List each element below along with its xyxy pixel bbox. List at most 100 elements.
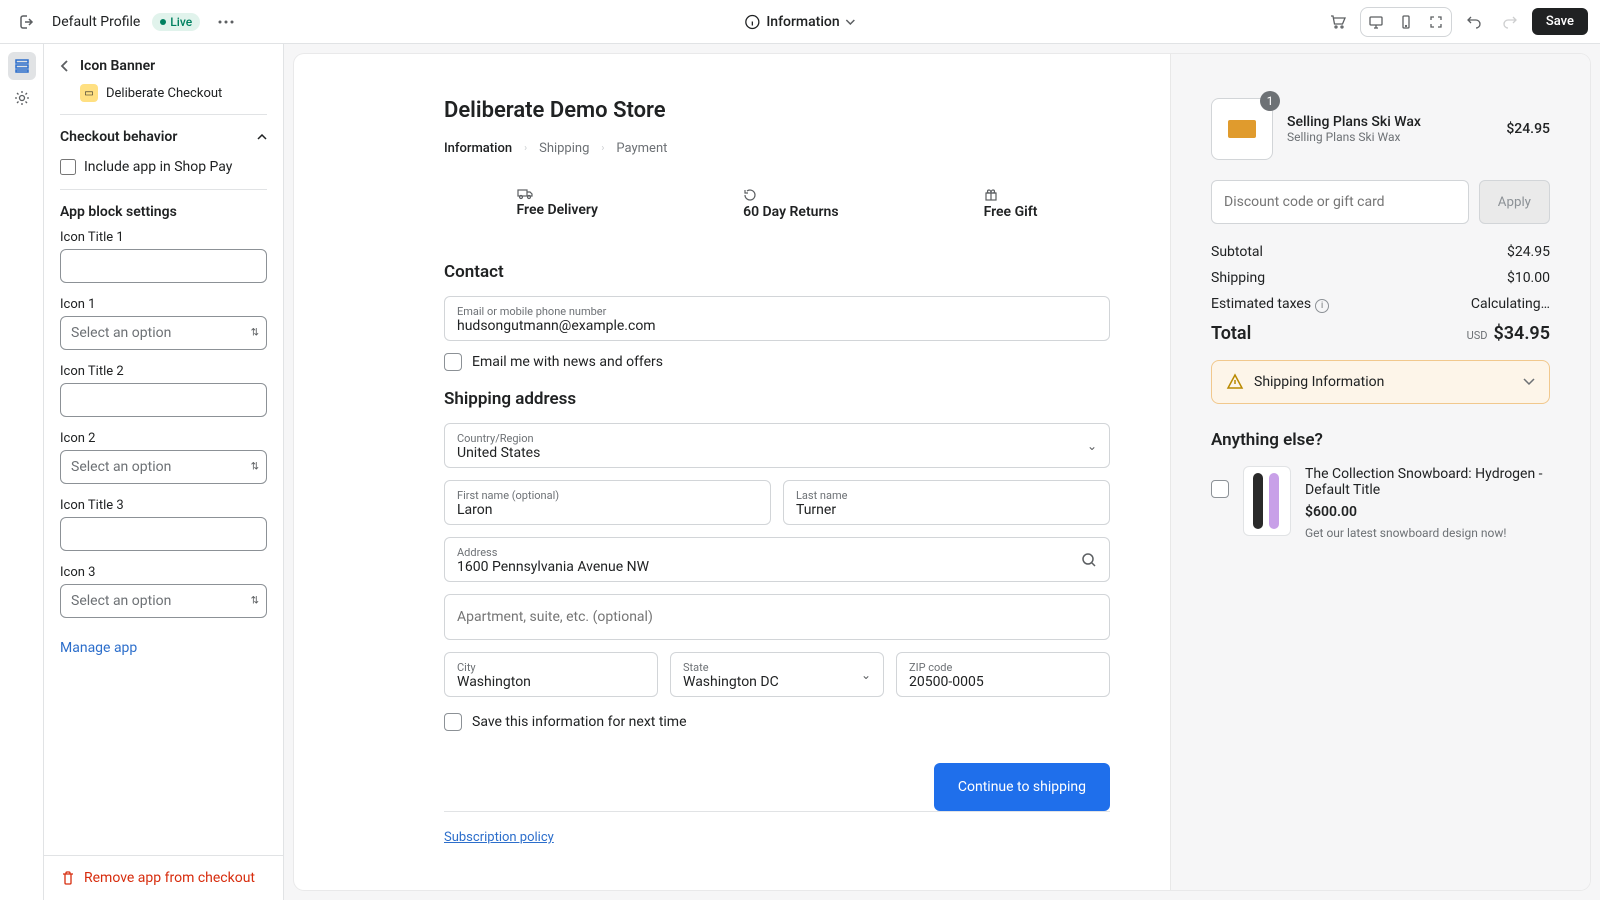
- total-line: Total USD$34.95: [1211, 323, 1550, 344]
- manage-app-link[interactable]: Manage app: [44, 632, 283, 664]
- upsell-name: The Collection Snowboard: Hydrogen - Def…: [1305, 466, 1550, 498]
- product-image: [1228, 120, 1256, 138]
- mobile-icon[interactable]: [1391, 8, 1421, 36]
- tax-line: Estimated taxesi Calculating…: [1211, 296, 1550, 313]
- banner-text: Free Gift: [984, 204, 1038, 220]
- country-field[interactable]: Country/Region United States ⌄: [444, 423, 1110, 468]
- undo-icon[interactable]: [1460, 8, 1488, 36]
- chevron-right-icon: ›: [524, 143, 527, 154]
- state-field[interactable]: State Washington DC ⌄: [670, 652, 884, 697]
- banner-item: Free Delivery: [517, 188, 598, 220]
- redo-icon[interactable]: [1496, 8, 1524, 36]
- breadcrumb: Information › Shipping › Payment: [444, 141, 1110, 156]
- icon-title-3-input[interactable]: [60, 517, 267, 551]
- addr-input[interactable]: [457, 559, 1097, 575]
- first-input[interactable]: [457, 502, 758, 518]
- cart-info: Selling Plans Ski Wax Selling Plans Ski …: [1287, 114, 1492, 144]
- email-input[interactable]: [457, 318, 1097, 334]
- settings-icon[interactable]: [8, 84, 36, 112]
- upsell-checkbox[interactable]: [1211, 480, 1229, 498]
- label: Icon 3: [60, 565, 267, 580]
- search-icon: [1081, 552, 1097, 568]
- upsell-item: The Collection Snowboard: Hydrogen - Def…: [1211, 466, 1550, 540]
- cart-variant: Selling Plans Ski Wax: [1287, 130, 1492, 144]
- banner-text: 60 Day Returns: [743, 204, 838, 220]
- fullscreen-icon[interactable]: [1421, 8, 1451, 36]
- first-name-field[interactable]: First name (optional): [444, 480, 771, 525]
- email-field[interactable]: Email or mobile phone number: [444, 296, 1110, 341]
- info-icon[interactable]: i: [1315, 299, 1329, 313]
- apply-button[interactable]: Apply: [1479, 180, 1550, 224]
- sidebar-header: Icon Banner: [44, 44, 283, 84]
- save-info-row[interactable]: Save this information for next time: [444, 713, 1110, 731]
- desktop-icon[interactable]: [1361, 8, 1391, 36]
- include-label: Include app in Shop Pay: [84, 159, 232, 175]
- cart-thumb: 1: [1211, 98, 1273, 160]
- behavior-header[interactable]: Checkout behavior: [44, 115, 283, 155]
- remove-app-button[interactable]: Remove app from checkout: [44, 855, 283, 900]
- crumb-payment: Payment: [616, 141, 667, 156]
- discount-input[interactable]: [1211, 180, 1469, 224]
- save-button[interactable]: Save: [1532, 8, 1588, 35]
- news-checkbox-row[interactable]: Email me with news and offers: [444, 353, 1110, 371]
- topbar-center: Information: [744, 14, 855, 30]
- field-icon-1: Icon 1 Select an option⇅: [44, 297, 283, 364]
- city-input[interactable]: [457, 674, 645, 690]
- subtotal-value: $24.95: [1507, 244, 1550, 260]
- settings-title: App block settings: [60, 204, 177, 220]
- label: Icon 1: [60, 297, 267, 312]
- city-field[interactable]: City: [444, 652, 658, 697]
- last-name-field[interactable]: Last name: [783, 480, 1110, 525]
- icon-title-2-input[interactable]: [60, 383, 267, 417]
- shipping-label: Shipping: [1211, 270, 1265, 286]
- chevron-down-icon: ⌄: [1087, 439, 1097, 453]
- truck-icon: [517, 188, 598, 200]
- apartment-field[interactable]: [444, 594, 1110, 640]
- checkbox[interactable]: [444, 353, 462, 371]
- chevron-down-icon[interactable]: [846, 19, 856, 25]
- crumb-shipping: Shipping: [539, 141, 589, 156]
- upsell-desc: Get our latest snowboard design now!: [1305, 526, 1550, 540]
- continue-button[interactable]: Continue to shipping: [934, 763, 1110, 811]
- canvas: Deliberate Demo Store Information › Ship…: [284, 44, 1600, 900]
- banner-text: Free Delivery: [517, 202, 598, 218]
- include-shop-pay-row[interactable]: Include app in Shop Pay: [44, 155, 283, 189]
- subscription-policy-link[interactable]: Subscription policy: [444, 830, 554, 845]
- zip-input[interactable]: [909, 674, 1097, 690]
- gift-icon: [984, 188, 1038, 202]
- shipping-line: Shipping $10.00: [1211, 270, 1550, 286]
- live-badge: Live: [152, 13, 200, 31]
- tax-value: Calculating…: [1471, 296, 1550, 313]
- address-field[interactable]: Address: [444, 537, 1110, 582]
- crumb-information[interactable]: Information: [444, 141, 512, 156]
- shipping-alert[interactable]: Shipping Information: [1211, 360, 1550, 404]
- icon-1-select[interactable]: Select an option: [60, 316, 267, 350]
- icon-2-select[interactable]: Select an option: [60, 450, 267, 484]
- icon-title-1-input[interactable]: [60, 249, 267, 283]
- cart-icon[interactable]: [1324, 8, 1352, 36]
- sections-icon[interactable]: [8, 52, 36, 80]
- include-checkbox[interactable]: [60, 159, 76, 175]
- state-label: State: [683, 661, 871, 674]
- checkbox[interactable]: [444, 713, 462, 731]
- back-icon[interactable]: [60, 60, 70, 72]
- sidebar: Icon Banner ▭ Deliberate Checkout Checko…: [44, 44, 284, 900]
- checkout-summary: 1 Selling Plans Ski Wax Selling Plans Sk…: [1170, 54, 1590, 890]
- discount-row: Apply: [1211, 180, 1550, 224]
- checkout-main: Deliberate Demo Store Information › Ship…: [294, 54, 1170, 890]
- sidebar-title: Icon Banner: [80, 58, 155, 74]
- exit-icon[interactable]: [12, 8, 40, 36]
- addr-label: Address: [457, 546, 1097, 559]
- news-label: Email me with news and offers: [472, 354, 663, 370]
- total-value: USD$34.95: [1467, 323, 1550, 344]
- page-title[interactable]: Information: [766, 14, 839, 30]
- zip-field[interactable]: ZIP code: [896, 652, 1110, 697]
- more-icon[interactable]: [212, 8, 240, 36]
- alert-text: Shipping Information: [1254, 374, 1513, 390]
- last-input[interactable]: [796, 502, 1097, 518]
- cart-qty-badge: 1: [1260, 91, 1280, 111]
- apartment-input[interactable]: [457, 609, 1097, 625]
- upsell-thumb: [1243, 466, 1291, 536]
- upsell-info: The Collection Snowboard: Hydrogen - Def…: [1305, 466, 1550, 540]
- icon-3-select[interactable]: Select an option: [60, 584, 267, 618]
